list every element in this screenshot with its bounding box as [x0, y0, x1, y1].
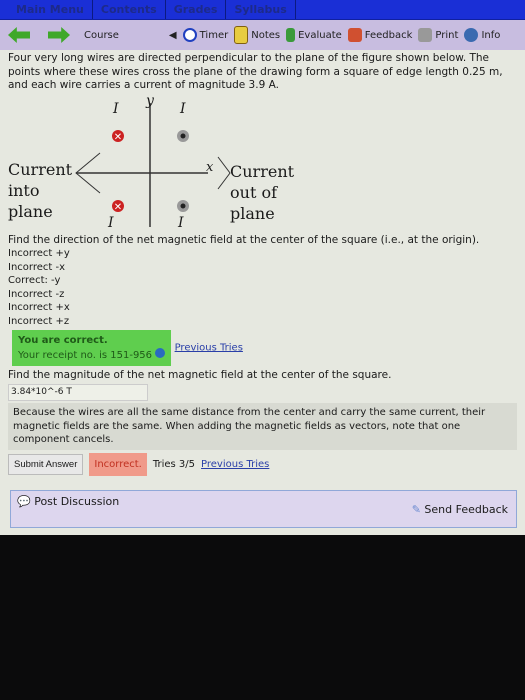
- receipt: Your receipt no. is 151-956: [18, 347, 166, 363]
- current-label: I: [113, 100, 119, 117]
- post-discussion-button[interactable]: 💬 Post Discussion: [17, 495, 119, 509]
- wire-out-bottom-right: [177, 199, 189, 212]
- evaluate-button[interactable]: Evaluate: [286, 28, 342, 42]
- help-icon[interactable]: [155, 347, 166, 358]
- current-label: I: [108, 214, 114, 231]
- previous-tries-link[interactable]: Previous Tries: [175, 342, 243, 353]
- notes-button[interactable]: Notes: [234, 26, 280, 44]
- collapse-triangle-icon[interactable]: ◀: [169, 30, 177, 41]
- evaluate-icon: [286, 28, 296, 42]
- x-axis-label: x: [206, 159, 214, 175]
- hint-text: Because the wires are all the same dista…: [8, 403, 517, 450]
- wire-into-top-left: ✕: [112, 129, 124, 143]
- forward-arrow-icon[interactable]: [48, 27, 70, 43]
- feedback-pen-icon: ✎: [411, 503, 421, 516]
- toolbar: Course ◀ Timer Notes Evaluate Feedback P…: [0, 20, 525, 50]
- info-button[interactable]: Info: [464, 28, 500, 42]
- print-button[interactable]: Print: [418, 28, 458, 42]
- printer-icon: [418, 28, 433, 42]
- tab-main-menu[interactable]: Main Menu: [8, 0, 93, 19]
- right-pointer: [217, 156, 231, 189]
- info-label: Info: [481, 29, 501, 41]
- discussion-bar: 💬 Post Discussion ✎ Send Feedback: [10, 490, 517, 528]
- current-label: I: [178, 214, 184, 231]
- timer-button[interactable]: Timer: [182, 28, 229, 42]
- option-correct: Correct: -y: [8, 275, 61, 286]
- timer-label: Timer: [199, 29, 229, 41]
- q2-prompt: Find the magnitude of the net magnetic f…: [8, 369, 392, 381]
- tab-grades[interactable]: Grades: [166, 0, 227, 19]
- wire-into-bottom-left: ✕: [112, 199, 124, 213]
- correct-title: You are correct.: [18, 335, 108, 346]
- previous-tries-link[interactable]: Previous Tries: [201, 458, 269, 472]
- course-link[interactable]: Course: [84, 30, 119, 41]
- tab-syllabus[interactable]: Syllabus: [226, 0, 296, 19]
- into-plane-label: Current into plane: [8, 159, 73, 221]
- evaluate-label: Evaluate: [298, 29, 342, 41]
- current-label: I: [180, 100, 186, 117]
- info-icon: [464, 28, 479, 42]
- out-of-plane-label: Current out of plane: [230, 161, 295, 223]
- notes-icon: [234, 26, 249, 44]
- wire-figure: ✕ ✕ I y I I I x Current into plane Current…: [8, 92, 517, 231]
- option: Incorrect -z: [8, 288, 65, 300]
- status-badge: Incorrect.: [89, 452, 147, 476]
- y-axis-label: y: [146, 92, 154, 109]
- feedback-button[interactable]: Feedback: [347, 28, 413, 42]
- feedback-icon: [347, 28, 362, 42]
- submit-answer-button[interactable]: Submit Answer: [8, 453, 84, 475]
- tries-count: Tries 3/5: [152, 458, 196, 470]
- q1-prompt: Find the direction of the net magnetic f…: [8, 233, 480, 246]
- wire-out-top-right: [177, 129, 189, 142]
- problem-text: Four very long wires are directed perpen…: [8, 52, 503, 91]
- notes-label: Notes: [251, 29, 281, 41]
- option: Incorrect +y: [8, 248, 70, 259]
- svg-text:✕: ✕: [114, 202, 122, 213]
- correct-box: You are correct. Your receipt no. is 151…: [12, 330, 172, 366]
- option: Incorrect +x: [8, 302, 70, 313]
- svg-text:✕: ✕: [114, 132, 122, 143]
- print-label: Print: [435, 29, 459, 41]
- send-feedback-button[interactable]: ✎ Send Feedback: [412, 503, 508, 517]
- option: Incorrect -x: [8, 261, 66, 273]
- top-nav: Main Menu Contents Grades Syllabus: [0, 0, 525, 20]
- stopwatch-icon: [182, 28, 197, 42]
- answer-input[interactable]: 3.84*10^-6 T: [8, 383, 148, 401]
- feedback-label: Feedback: [364, 29, 413, 41]
- chat-icon: 💬: [17, 495, 31, 508]
- screen: Main Menu Contents Grades Syllabus Cours…: [0, 0, 525, 535]
- back-arrow-icon[interactable]: [8, 27, 30, 43]
- tab-contents[interactable]: Contents: [93, 0, 166, 19]
- option: Incorrect +z: [8, 315, 70, 327]
